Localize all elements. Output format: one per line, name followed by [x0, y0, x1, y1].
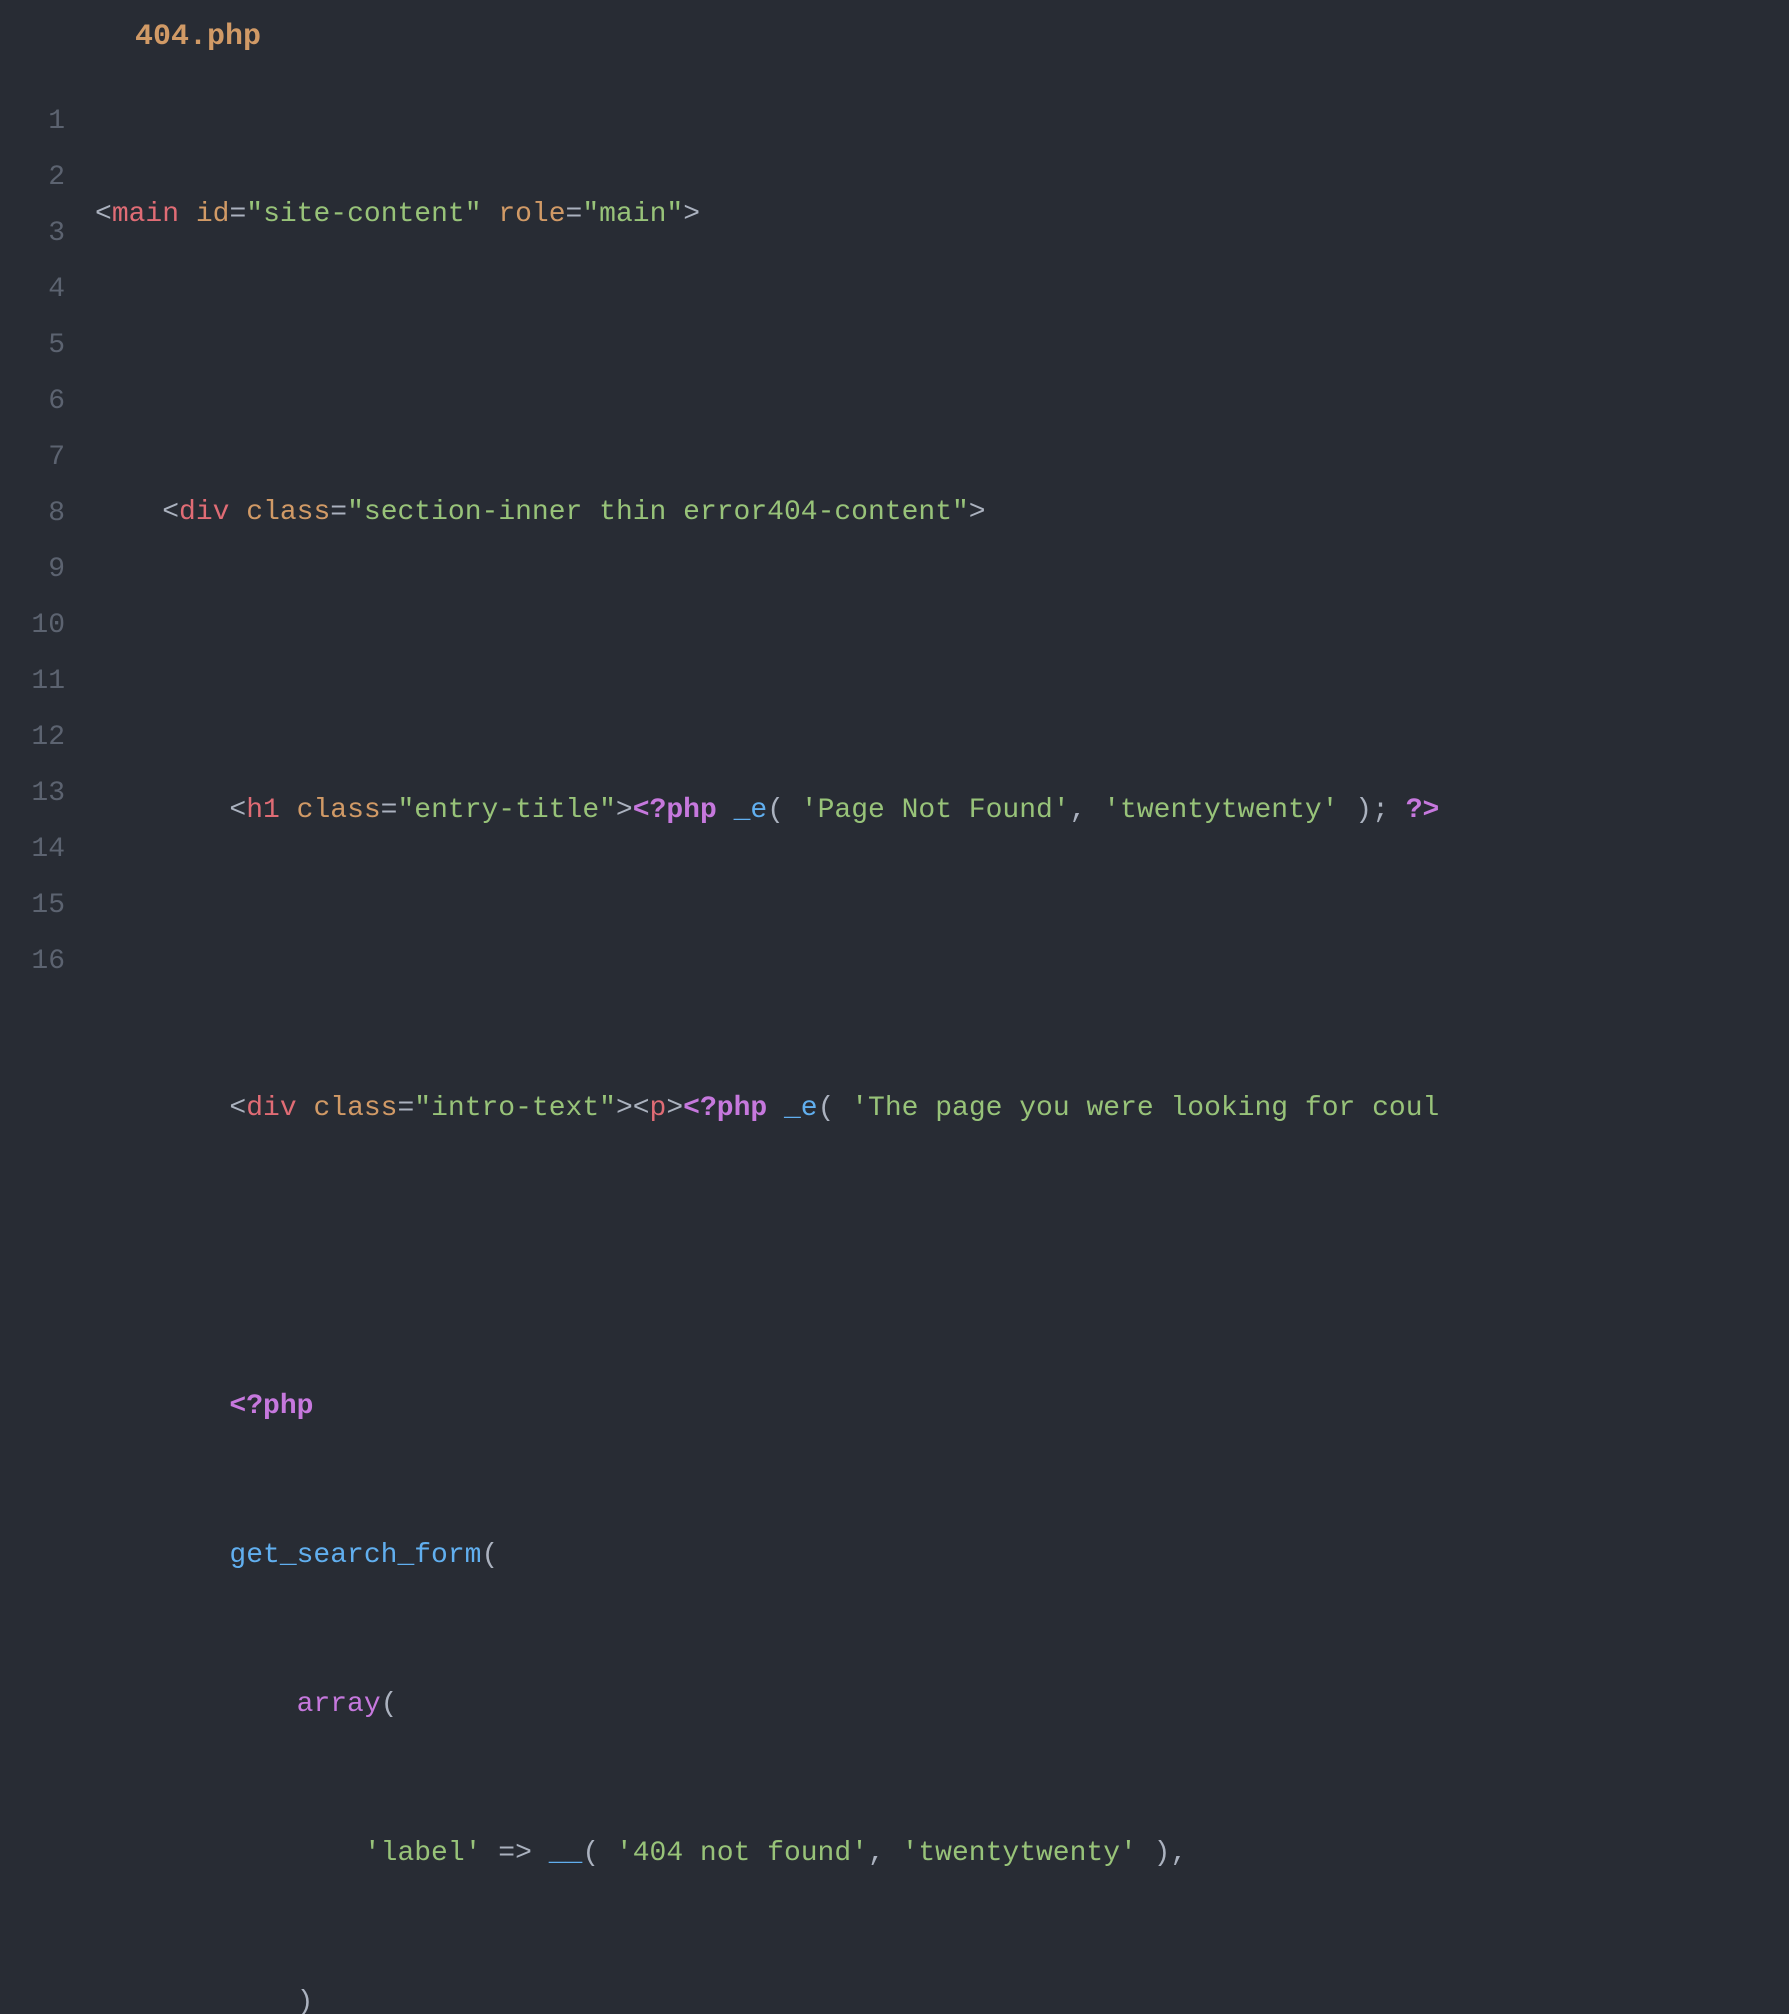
line-number: 6 [0, 374, 65, 430]
line-number: 13 [0, 766, 65, 822]
code-line[interactable]: ) [95, 1975, 1789, 2014]
line-number: 14 [0, 822, 65, 878]
line-number: 1 [0, 94, 65, 150]
file-tab[interactable]: 404.php [0, 20, 1789, 94]
code-line[interactable]: get_search_form( [95, 1528, 1789, 1584]
code-line[interactable]: <main id="site-content" role="main"> [95, 187, 1789, 243]
code-content[interactable]: <main id="site-content" role="main"> <di… [95, 94, 1789, 2014]
code-line[interactable]: 'label' => __( '404 not found', 'twentyt… [95, 1826, 1789, 1882]
line-number: 9 [0, 542, 65, 598]
code-line[interactable]: <h1 class="entry-title"><?php _e( 'Page … [95, 783, 1789, 839]
code-line[interactable]: <?php [95, 1379, 1789, 1435]
code-line[interactable]: <div class="section-inner thin error404-… [95, 485, 1789, 541]
code-editor: 404.php 12345678910111213141516 <main id… [0, 0, 1789, 2014]
line-number: 5 [0, 318, 65, 374]
code-line[interactable]: array( [95, 1677, 1789, 1733]
code-line[interactable] [95, 336, 1789, 392]
line-number: 15 [0, 878, 65, 934]
code-line[interactable] [95, 1230, 1789, 1286]
code-line[interactable] [95, 634, 1789, 690]
line-number: 12 [0, 710, 65, 766]
code-area[interactable]: 12345678910111213141516 <main id="site-c… [0, 94, 1789, 2014]
line-number: 8 [0, 486, 65, 542]
line-number: 7 [0, 430, 65, 486]
line-number: 3 [0, 206, 65, 262]
line-number: 4 [0, 262, 65, 318]
line-gutter: 12345678910111213141516 [0, 94, 95, 2014]
code-line[interactable] [95, 932, 1789, 988]
line-number: 10 [0, 598, 65, 654]
line-number: 11 [0, 654, 65, 710]
line-number: 2 [0, 150, 65, 206]
code-line[interactable]: <div class="intro-text"><p><?php _e( 'Th… [95, 1081, 1789, 1137]
line-number: 16 [0, 934, 65, 990]
